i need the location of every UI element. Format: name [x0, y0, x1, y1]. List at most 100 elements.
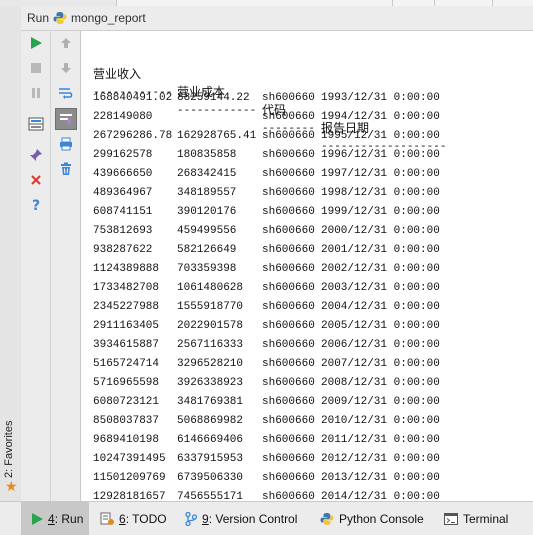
star-icon[interactable]: ★	[5, 480, 18, 494]
cost-cell: 3926338923	[177, 374, 243, 392]
code-cell: sh600660	[262, 298, 315, 316]
bottom-tool-window-bar: 4: Run 6: TODO 9: Version Control Python…	[0, 501, 533, 535]
revenue-cell: 608741151	[93, 203, 152, 221]
close-icon[interactable]	[25, 170, 47, 190]
cost-cell: 582126649	[177, 241, 236, 259]
revenue-cell: 5716965598	[93, 374, 159, 392]
code-cell: sh600660	[262, 431, 315, 449]
cost-cell: 88259144.22	[177, 89, 250, 107]
tab-label: Python Console	[339, 512, 424, 526]
date-cell: 1997/12/31 0:00:00	[321, 165, 440, 183]
date-cell: 2004/12/31 0:00:00	[321, 298, 440, 316]
cost-cell: 703359398	[177, 260, 236, 278]
revenue-cell: 6080723121	[93, 393, 159, 411]
date-cell: 2006/12/31 0:00:00	[321, 336, 440, 354]
run-toolbar-primary: ?	[21, 31, 51, 501]
down-arrow-icon[interactable]	[55, 58, 77, 78]
todo-icon	[100, 512, 114, 526]
cost-cell: 6146669406	[177, 431, 243, 449]
revenue-cell: 9689410198	[93, 431, 159, 449]
revenue-cell: 2345227988	[93, 298, 159, 316]
tab-label: : Run	[55, 512, 84, 526]
pause-icon[interactable]	[25, 83, 47, 103]
cost-cell: 459499556	[177, 222, 236, 240]
date-cell: 2000/12/31 0:00:00	[321, 222, 440, 240]
run-toolbar-secondary	[51, 31, 81, 501]
code-cell: sh600660	[262, 222, 315, 240]
trash-icon[interactable]	[55, 159, 77, 179]
revenue-cell: 2911163405	[93, 317, 159, 335]
date-cell: 1998/12/31 0:00:00	[321, 184, 440, 202]
tab-terminal[interactable]: Terminal	[444, 502, 508, 535]
layout-icon[interactable]	[25, 114, 47, 134]
scroll-to-end-icon[interactable]	[55, 108, 77, 130]
code-cell: sh600660	[262, 89, 315, 107]
date-cell: 2003/12/31 0:00:00	[321, 279, 440, 297]
cost-cell: 7456555171	[177, 488, 243, 501]
code-cell: sh600660	[262, 127, 315, 145]
code-cell: sh600660	[262, 412, 315, 430]
revenue-cell: 3934615887	[93, 336, 159, 354]
revenue-cell: 1124389888	[93, 260, 159, 278]
tab-todo[interactable]: 6: TODO	[100, 502, 167, 535]
date-cell: 2005/12/31 0:00:00	[321, 317, 440, 335]
revenue-cell: 267296286.78	[93, 127, 172, 145]
print-icon[interactable]	[55, 134, 77, 154]
tab-mnemonic: 9	[202, 512, 209, 526]
date-cell: 2010/12/31 0:00:00	[321, 412, 440, 430]
date-cell: 1996/12/31 0:00:00	[321, 146, 440, 164]
code-cell: sh600660	[262, 469, 315, 487]
tab-mnemonic: 6	[119, 512, 126, 526]
cost-cell: 1555918770	[177, 298, 243, 316]
svg-text:?: ?	[32, 198, 40, 212]
cost-cell: 1061480628	[177, 279, 243, 297]
code-cell: sh600660	[262, 146, 315, 164]
date-cell: 2002/12/31 0:00:00	[321, 260, 440, 278]
revenue-cell: 11501209769	[93, 469, 166, 487]
code-cell: sh600660	[262, 336, 315, 354]
console-separator-row: ------------ ------------ -------- -----…	[81, 66, 107, 84]
revenue-cell: 489364967	[93, 184, 152, 202]
revenue-cell: 10247391495	[93, 450, 166, 468]
pin-icon[interactable]	[25, 145, 47, 165]
revenue-cell: 168840491.02	[93, 89, 172, 107]
help-icon[interactable]: ?	[25, 195, 47, 215]
rerun-icon[interactable]	[25, 33, 47, 53]
tab-python-console[interactable]: Python Console	[320, 502, 424, 535]
date-cell: 1999/12/31 0:00:00	[321, 203, 440, 221]
up-arrow-icon[interactable]	[55, 33, 77, 53]
console-output[interactable]: 营业收入 营业成本 代码 报告日期 ------------ ---------…	[81, 31, 533, 501]
soft-wrap-icon[interactable]	[55, 83, 77, 103]
cost-cell: 6337915953	[177, 450, 243, 468]
run-tool-window-header: Run mongo_report	[21, 6, 533, 31]
revenue-cell: 12928181657	[93, 488, 166, 501]
tab-version-control[interactable]: 9: Version Control	[185, 502, 297, 535]
date-cell: 2008/12/31 0:00:00	[321, 374, 440, 392]
python-icon	[320, 512, 334, 526]
date-cell: 1993/12/31 0:00:00	[321, 89, 440, 107]
stop-icon[interactable]	[25, 58, 47, 78]
cost-cell: 3296528210	[177, 355, 243, 373]
cost-cell: 268342415	[177, 165, 236, 183]
tab-label: : TODO	[126, 512, 167, 526]
code-cell: sh600660	[262, 165, 315, 183]
date-cell: 2011/12/31 0:00:00	[321, 431, 440, 449]
terminal-icon	[444, 513, 458, 525]
cost-cell: 5068869982	[177, 412, 243, 430]
code-cell: sh600660	[262, 108, 315, 126]
favorites-tab[interactable]: 2: Favorites	[3, 421, 15, 478]
run-title: Run	[27, 11, 49, 25]
cost-cell: 390120176	[177, 203, 236, 221]
code-cell: sh600660	[262, 184, 315, 202]
tab-run[interactable]: 4: Run	[21, 502, 89, 535]
code-cell: sh600660	[262, 450, 315, 468]
cost-cell: 3481769381	[177, 393, 243, 411]
python-icon	[53, 11, 67, 25]
cost-cell: 162928765.41	[177, 127, 256, 145]
date-cell: 1995/12/31 0:00:00	[321, 127, 440, 145]
revenue-cell: 439666650	[93, 165, 152, 183]
cost-cell: 2022901578	[177, 317, 243, 335]
date-cell: 2009/12/31 0:00:00	[321, 393, 440, 411]
revenue-cell: 228149080	[93, 108, 152, 126]
code-cell: sh600660	[262, 317, 315, 335]
